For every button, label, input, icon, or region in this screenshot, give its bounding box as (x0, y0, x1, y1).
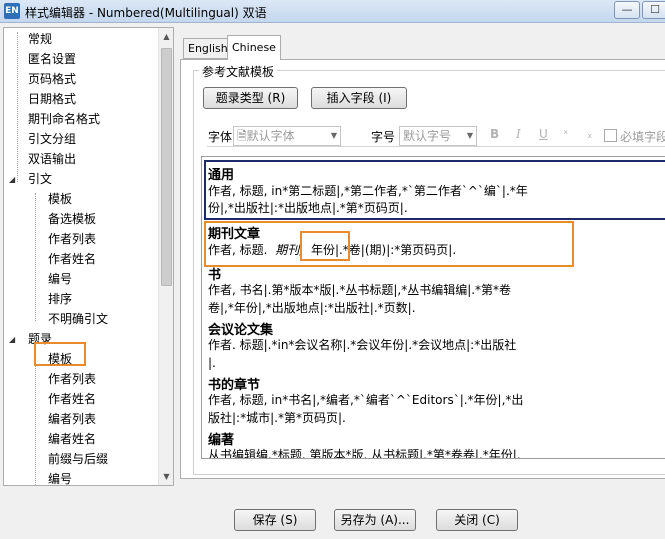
journal-field-italic: 期刊, (275, 243, 304, 257)
tree-item-bilingual-output[interactable]: 双语输出 (28, 150, 76, 168)
scroll-down-icon[interactable]: ▼ (159, 468, 173, 485)
reference-type-button[interactable]: 题录类型 (R) (203, 87, 298, 109)
template-line: |. (208, 356, 216, 370)
tab-english[interactable]: English (183, 38, 233, 59)
template-line: 从书编辑编.*标题. 第版本*版. 从书标题|.*第*卷卷|.*年份|. (208, 448, 521, 459)
toolbar-separator (207, 146, 665, 147)
tab-chinese[interactable]: Chinese (227, 35, 281, 60)
expand-icon[interactable]: ◢ (9, 175, 15, 184)
tree-item-citation-numbering[interactable]: 编号 (48, 270, 72, 288)
title-bar: EN 样式编辑器 - Numbered(Multilingual) 双语 — ☐ (0, 0, 665, 23)
template-heading-generic: 通用 (208, 168, 235, 183)
close-button[interactable]: 关闭 (C) (436, 509, 518, 531)
insert-field-button[interactable]: 插入字段 (I) (311, 87, 407, 109)
minimize-button[interactable]: — (614, 1, 640, 19)
font-value: 默认字体 (246, 129, 295, 143)
tree-item-prefix-suffix[interactable]: 前缀与后缀 (48, 450, 108, 468)
save-as-button[interactable]: 另存为 (A)... (334, 509, 416, 531)
save-button[interactable]: 保存 (S) (234, 509, 316, 531)
tree-item-page-format[interactable]: 页码格式 (28, 70, 76, 88)
required-field-checkbox[interactable] (604, 129, 617, 142)
group-label: 参考文献模板 (199, 63, 278, 80)
template-heading-journal: 期刊文章 (208, 227, 261, 242)
font-label: 字体 (208, 130, 233, 144)
tree-item-editor-list[interactable]: 编者列表 (48, 410, 96, 428)
bold-button[interactable]: B (490, 127, 499, 141)
template-line: 份|,*出版社|:*出版地点|.*第*页码页|. (208, 201, 408, 215)
size-value: 默认字号 (403, 129, 452, 143)
tree-item-anonymous[interactable]: 匿名设置 (28, 50, 76, 68)
tree-item-bib-numbering[interactable]: 编号 (48, 470, 72, 485)
tree-connector (17, 32, 18, 182)
template-line: 作者, 标题, in*第二标题|,*第二作者,*`第二作者`^`编`|.*年 (208, 184, 528, 198)
underline-button[interactable]: U (539, 127, 548, 141)
tree-item-citation-templates[interactable]: 模板 (48, 190, 72, 208)
template-line: 作者, 书名|.第*版本*版|.*丛书标题|,*丛书编辑编|.*第*卷 (208, 283, 512, 297)
app-icon: EN (4, 3, 20, 19)
required-field-label: 必填字段 (620, 130, 665, 144)
tree-item-citation-author-name[interactable]: 作者姓名 (48, 250, 96, 268)
chevron-down-icon: ▼ (330, 131, 337, 140)
tree-item-citation-author-list[interactable]: 作者列表 (48, 230, 96, 248)
tree-item-citation-grouping[interactable]: 引文分组 (28, 130, 76, 148)
tree-item-journal-names[interactable]: 期刊命名格式 (28, 110, 100, 128)
subscript-button[interactable]: ₓ (587, 127, 592, 141)
template-line: 版社|:*城市|.*第*页码页|. (208, 411, 346, 425)
tree-item-ambiguous-citations[interactable]: 不明确引文 (48, 310, 108, 328)
size-combo[interactable]: 默认字号 ▼ (399, 126, 477, 146)
chevron-down-icon: ▼ (466, 131, 473, 140)
tree-item-bib-author-list[interactable]: 作者列表 (48, 370, 96, 388)
template-line: 卷|,*年份|,*出版地点|:*出版社|.*页数|. (208, 301, 416, 315)
tree-item-citations[interactable]: 引文 (28, 170, 52, 188)
window-title: 样式编辑器 - Numbered(Multilingual) 双语 (25, 6, 267, 20)
size-label: 字号 (371, 130, 396, 144)
tree-item-general[interactable]: 常规 (28, 30, 52, 48)
template-editor[interactable]: 通用 作者, 标题, in*第二标题|,*第二作者,*`第二作者`^`编`|.*… (201, 156, 665, 459)
tree-connector (35, 353, 36, 485)
tree-item-date-format[interactable]: 日期格式 (28, 90, 76, 108)
scroll-up-icon[interactable]: ▲ (159, 28, 173, 45)
tree-item-alternate-templates[interactable]: 备选模板 (48, 210, 96, 228)
tree-item-editor-name[interactable]: 编者姓名 (48, 430, 96, 448)
template-line: 作者. 标题|.*in*会议名称|.*会议年份|.*会议地点|:*出版社 (208, 338, 517, 352)
expand-icon[interactable]: ◢ (9, 335, 15, 344)
italic-button[interactable]: I (516, 127, 521, 141)
tree-connector (35, 193, 36, 321)
superscript-button[interactable]: ˣ (563, 127, 568, 141)
tree-item-bib-author-name[interactable]: 作者姓名 (48, 390, 96, 408)
scroll-thumb[interactable] (161, 48, 172, 286)
maximize-button[interactable]: ☐ (642, 1, 665, 19)
template-line: 作者, 标题, in*书名|,*编者,*`编者`^`Editors`|.*年份|… (208, 393, 524, 407)
tree-item-sort-order[interactable]: 排序 (48, 290, 72, 308)
font-combo[interactable]: 🗎默认字体 ▼ (233, 126, 341, 146)
tree-scrollbar[interactable]: ▲ ▼ (158, 28, 173, 485)
style-tree: 常规 匿名设置 页码格式 日期格式 期刊命名格式 引文分组 双语输出 ◢ 引文 … (3, 27, 174, 486)
tree-item-bibliography-templates[interactable]: 模板 (48, 350, 72, 368)
font-icon: 🗎 (237, 129, 247, 143)
journal-line-start: 作者, 标题. (208, 243, 268, 257)
journal-field-highlight (300, 231, 350, 261)
